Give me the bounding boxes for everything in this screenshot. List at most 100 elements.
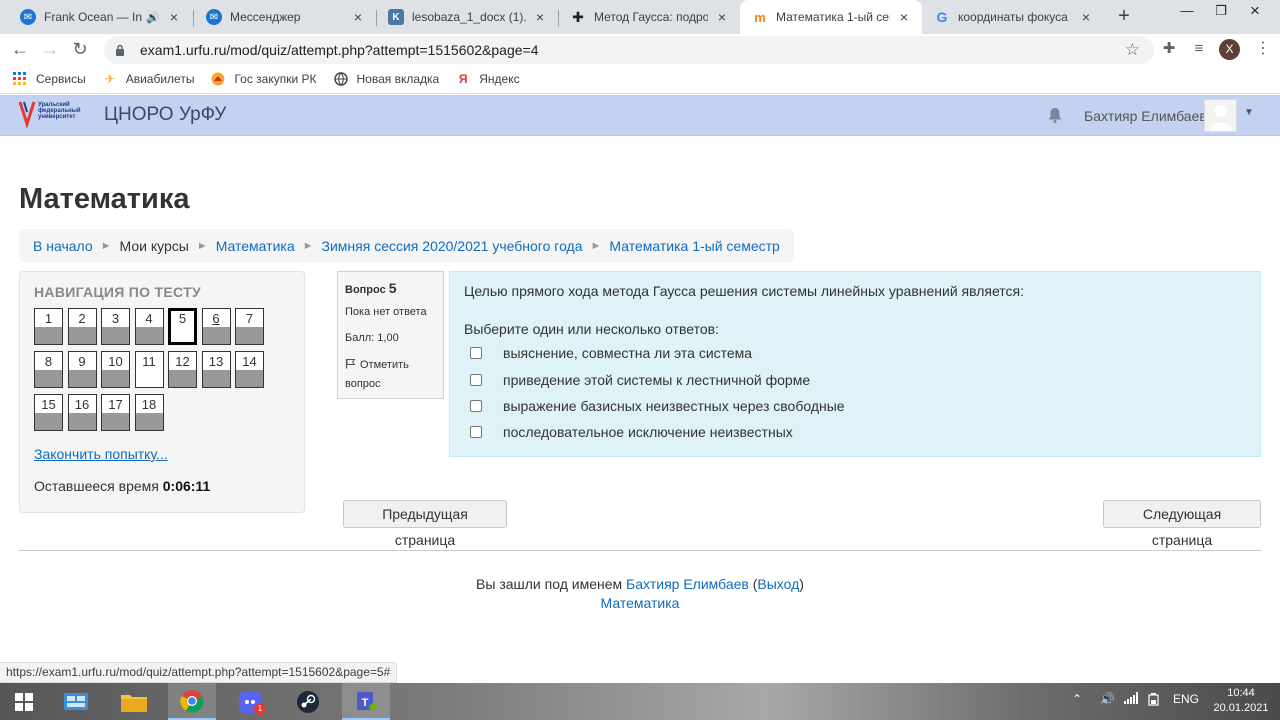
chrome-icon[interactable] bbox=[168, 683, 216, 720]
restore-icon[interactable]: ❐ bbox=[1206, 0, 1236, 30]
user-avatar[interactable] bbox=[1204, 99, 1237, 132]
answer-option[interactable]: приведение этой системы к лестничной фор… bbox=[470, 372, 810, 388]
back-arrow-icon[interactable]: ← bbox=[9, 38, 31, 60]
battery-icon[interactable] bbox=[1147, 692, 1161, 709]
bookmark-flights[interactable]: ✈ Авиабилеты bbox=[102, 71, 195, 87]
breadcrumb-session[interactable]: Зимняя сессия 2020/2021 учебного года bbox=[322, 238, 583, 254]
question-nav-button-4[interactable]: 4 bbox=[134, 308, 164, 345]
question-answered-indicator bbox=[202, 327, 230, 344]
question-nav-button-18[interactable]: 18 bbox=[134, 394, 164, 431]
answer-checkbox[interactable] bbox=[470, 347, 482, 359]
moodle-icon: m bbox=[754, 9, 766, 25]
bookmark-services[interactable]: Сервисы bbox=[12, 71, 86, 87]
extensions-puzzle-icon[interactable]: ✚ bbox=[1160, 40, 1178, 58]
bookmark-yandex[interactable]: Я Яндекс bbox=[455, 71, 520, 87]
answer-checkbox[interactable] bbox=[470, 426, 482, 438]
question-nav-button-8[interactable]: 8 bbox=[34, 351, 63, 388]
task-view-icon[interactable] bbox=[52, 683, 100, 720]
quiz-navigation-block: НАВИГАЦИЯ ПО ТЕСТУ 1 2 3 4 5 6 7 8 9 10 11 12 13 14 15… bbox=[19, 271, 305, 513]
close-tab-icon[interactable]: × bbox=[350, 9, 366, 25]
close-tab-icon[interactable]: × bbox=[1078, 9, 1094, 25]
bookmark-label: Авиабилеты bbox=[125, 71, 195, 86]
question-nav-button-2[interactable]: 2 bbox=[67, 308, 97, 345]
answer-prompt: Выберите один или несколько ответов: bbox=[464, 321, 719, 337]
question-nav-button-17[interactable]: 17 bbox=[101, 394, 130, 431]
question-nav-button-7[interactable]: 7 bbox=[235, 308, 264, 345]
browser-tab-3[interactable]: ✚ Метод Гаусса: подробн × bbox=[558, 0, 740, 34]
browser-tab-5[interactable]: G координаты фокуса пар × bbox=[922, 0, 1104, 34]
finish-attempt-link[interactable]: Закончить попытку... bbox=[34, 446, 168, 462]
footer-course-link[interactable]: Математика bbox=[0, 595, 1280, 611]
flag-question-link[interactable]: Отметить вопрос bbox=[345, 356, 441, 394]
previous-page-button[interactable]: Предыдущая страница bbox=[343, 500, 507, 548]
tab-title: lesobaza_1_docx (1).pdf bbox=[412, 10, 526, 24]
urfu-logo[interactable]: Уральский федеральный университет bbox=[18, 98, 98, 132]
answer-option[interactable]: выражение базисных неизвестных через сво… bbox=[470, 398, 845, 414]
question-text: Целью прямого хода метода Гаусса решения… bbox=[464, 283, 1025, 299]
close-tab-icon[interactable]: × bbox=[166, 9, 182, 25]
new-tab-button[interactable]: + bbox=[1114, 6, 1134, 26]
next-page-button[interactable]: Следующая страница bbox=[1103, 500, 1261, 548]
bookmark-new-tab[interactable]: Новая вкладка bbox=[333, 71, 439, 87]
notification-bell-icon[interactable] bbox=[1046, 106, 1064, 124]
bookmark-goszakupki[interactable]: Гос закупки РК bbox=[210, 71, 317, 87]
question-nav-button-13[interactable]: 13 bbox=[201, 351, 231, 388]
breadcrumb: В начало ► Мои курсы ► Математика ► Зимн… bbox=[19, 229, 794, 262]
profile-avatar[interactable]: X bbox=[1219, 39, 1240, 60]
user-name[interactable]: Бахтияр Елимбаев bbox=[1084, 108, 1207, 124]
footer-user-link[interactable]: Бахтияр Елимбаев bbox=[626, 576, 749, 592]
close-tab-icon[interactable]: × bbox=[714, 9, 730, 25]
breadcrumb-semester[interactable]: Математика 1-ый семестр bbox=[609, 238, 779, 254]
answer-checkbox[interactable] bbox=[470, 400, 482, 412]
windows-start-icon[interactable] bbox=[0, 683, 48, 720]
question-answered-indicator bbox=[68, 413, 96, 430]
question-nav-button-9[interactable]: 9 bbox=[67, 351, 97, 388]
window-close-icon[interactable]: × bbox=[1240, 0, 1270, 30]
vk-icon: K bbox=[388, 9, 404, 25]
user-menu-caret-icon[interactable]: ▼ bbox=[1244, 107, 1254, 118]
answer-option[interactable]: выяснение, совместна ли эта система bbox=[470, 345, 752, 361]
question-nav-number: 6 bbox=[212, 311, 220, 326]
close-tab-icon[interactable]: × bbox=[896, 9, 912, 25]
question-nav-button-12[interactable]: 12 bbox=[168, 351, 197, 388]
network-icon[interactable] bbox=[1124, 692, 1138, 707]
browser-tab-1[interactable]: ✉ Мессенджер × bbox=[194, 0, 376, 34]
more-menu-icon[interactable]: ⋮ bbox=[1254, 40, 1272, 58]
minimize-icon[interactable]: — bbox=[1172, 0, 1202, 30]
breadcrumb-course[interactable]: Математика bbox=[216, 238, 295, 254]
breadcrumb-home[interactable]: В начало bbox=[33, 238, 93, 254]
file-explorer-icon[interactable] bbox=[110, 683, 158, 720]
forward-arrow-icon[interactable]: → bbox=[39, 38, 61, 60]
steam-icon[interactable] bbox=[284, 683, 332, 720]
answer-option[interactable]: последовательное исключение неизвестных bbox=[470, 424, 793, 440]
question-nav-button-1[interactable]: 1 bbox=[34, 308, 63, 345]
discord-icon[interactable]: 1 bbox=[226, 683, 274, 720]
question-nav-button-5[interactable]: 5 bbox=[168, 308, 197, 345]
site-name[interactable]: ЦНОРО УрФУ bbox=[104, 104, 226, 126]
question-nav-button-14[interactable]: 14 bbox=[235, 351, 264, 388]
teams-icon[interactable]: T bbox=[342, 683, 390, 720]
logout-link[interactable]: Выход bbox=[757, 576, 799, 592]
question-nav-button-6[interactable]: 6 bbox=[201, 308, 231, 345]
answer-checkbox[interactable] bbox=[470, 374, 482, 386]
browser-tab-strip: ✉ Frank Ocean — In M 🔊 × ✉ Мессенджер × … bbox=[0, 0, 1280, 34]
question-nav-button-16[interactable]: 16 bbox=[67, 394, 97, 431]
question-nav-button-10[interactable]: 10 bbox=[101, 351, 130, 388]
reading-list-icon[interactable]: ≡ bbox=[1190, 40, 1208, 58]
bookmark-star-icon[interactable]: ☆ bbox=[1125, 40, 1140, 60]
system-clock[interactable]: 10:44 20.01.2021 bbox=[1206, 686, 1276, 716]
question-nav-button-11[interactable]: 11 bbox=[134, 351, 164, 388]
volume-icon[interactable]: 🔊 bbox=[1100, 692, 1115, 706]
browser-tab-0[interactable]: ✉ Frank Ocean — In M 🔊 × bbox=[8, 0, 192, 34]
close-tab-icon[interactable]: × bbox=[532, 9, 548, 25]
breadcrumb-separator-icon: ► bbox=[302, 239, 314, 252]
address-bar[interactable]: exam1.urfu.ru/mod/quiz/attempt.php?attem… bbox=[104, 36, 1154, 64]
question-nav-button-15[interactable]: 15 bbox=[34, 394, 63, 431]
question-nav-button-3[interactable]: 3 bbox=[101, 308, 130, 345]
reload-icon[interactable]: ↻ bbox=[69, 38, 91, 60]
tray-expand-icon[interactable]: ⌃ bbox=[1072, 692, 1082, 706]
language-indicator[interactable]: ENG bbox=[1173, 692, 1199, 706]
tab-title: координаты фокуса пар bbox=[958, 10, 1072, 24]
browser-tab-2[interactable]: K lesobaza_1_docx (1).pdf × bbox=[376, 0, 558, 34]
browser-tab-4-active[interactable]: m Математика 1-ый семе × bbox=[740, 0, 922, 34]
